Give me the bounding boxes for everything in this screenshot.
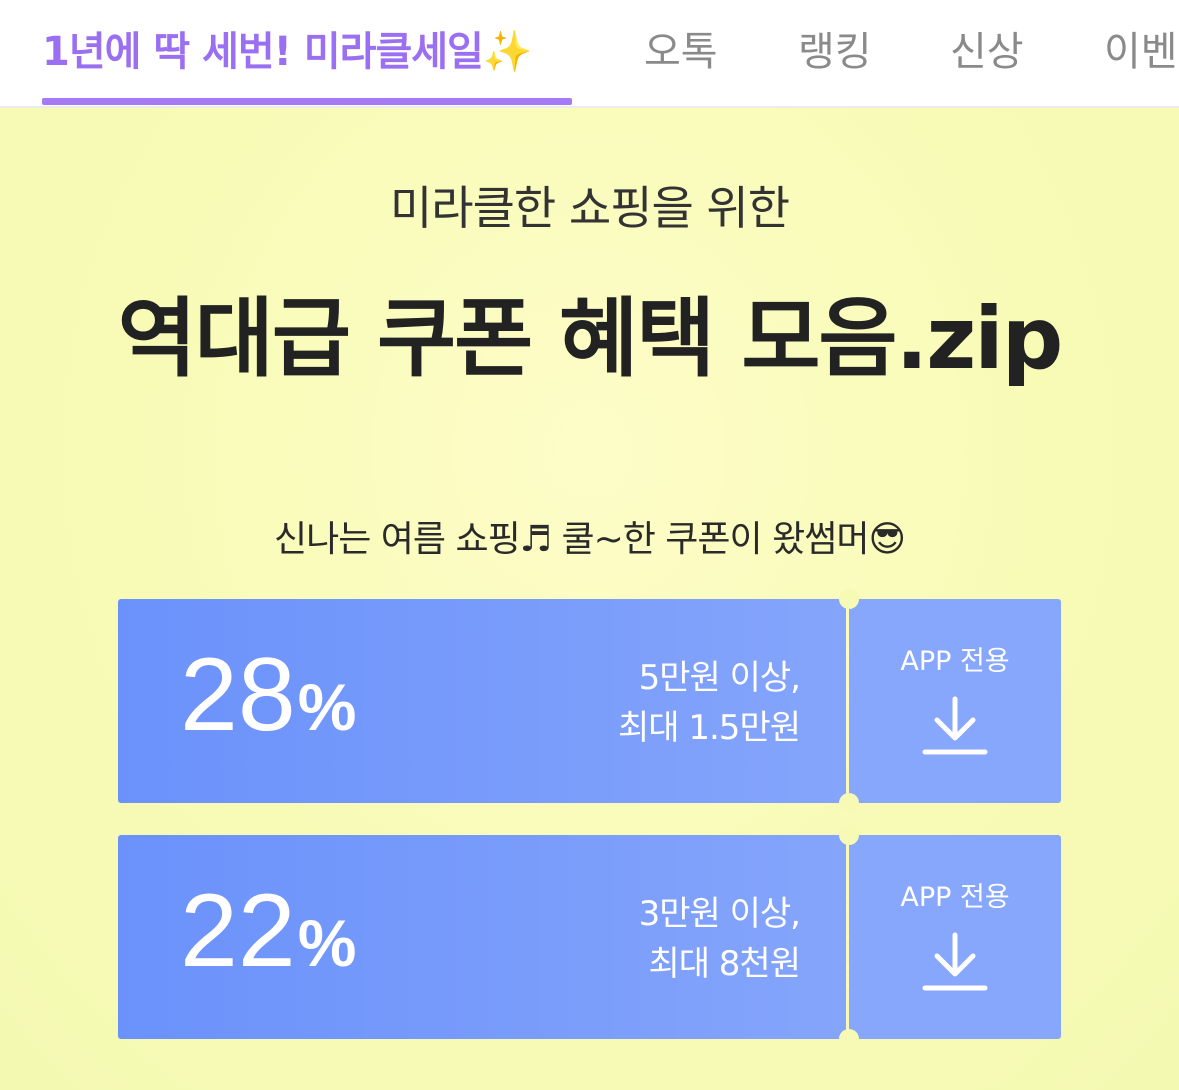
coupon-notch [839,793,859,813]
coupon-card: 22% 3만원 이상, 최대 8천원 APP 전용 [118,825,1061,1049]
promo-notice: 신나는 여름 쇼핑♬ 쿨~한 쿠폰이 왔썸머😎 [274,519,906,560]
coupon-download-button[interactable]: APP 전용 [849,599,1061,803]
coupon-percent: 22 [180,873,296,989]
tab-otalk[interactable]: 오톡 [644,24,718,80]
coupon-perforation [847,875,849,999]
active-tab-indicator [42,98,572,105]
coupon-percent: 28 [180,637,296,753]
app-only-label: APP 전용 [900,646,1010,677]
coupon-main-area: 28% 5만원 이상, 최대 1.5만원 [118,599,846,803]
percent-sign: % [297,670,357,744]
coupon-min-purchase: 3만원 이상, [638,894,801,934]
coupon-max-discount: 최대 1.5만원 [618,708,801,748]
tab-miracle-sale[interactable]: 1년에 딱 세번! 미라클세일✨ [42,24,533,80]
coupon-max-discount: 최대 8천원 [648,944,801,984]
top-navigation: 1년에 딱 세번! 미라클세일✨ 오톡 랭킹 신상 이벤 [0,0,1179,108]
app-only-label: APP 전용 [900,882,1010,913]
tab-ranking[interactable]: 랭킹 [798,24,872,80]
promo-subtitle: 미라클한 쇼핑을 위한 [389,181,790,235]
tab-events[interactable]: 이벤 [1104,24,1178,80]
coupon-card: 28% 5만원 이상, 최대 1.5만원 APP 전용 [118,589,1061,813]
download-icon[interactable] [921,695,989,757]
download-icon[interactable] [921,931,989,993]
coupon-discount: 22% [180,871,356,991]
coupon-condition: 3만원 이상, 최대 8천원 [638,889,801,989]
coupon-notch [839,589,859,609]
coupon-notch [839,825,859,845]
coupon-download-button[interactable]: APP 전용 [849,835,1061,1039]
coupon-main-area: 22% 3만원 이상, 최대 8천원 [118,835,846,1039]
coupon-discount: 28% [180,635,356,755]
coupon-condition: 5만원 이상, 최대 1.5만원 [618,653,801,753]
promo-headline: 역대급 쿠폰 혜택 모음.zip [117,289,1064,389]
percent-sign: % [297,906,357,980]
coupon-notch [839,1029,859,1049]
coupon-min-purchase: 5만원 이상, [638,658,801,698]
coupon-perforation [847,639,849,763]
tab-new-arrivals[interactable]: 신상 [950,24,1024,80]
coupon-promo-section: 미라클한 쇼핑을 위한 역대급 쿠폰 혜택 모음.zip 신나는 여름 쇼핑♬ … [0,108,1179,1090]
